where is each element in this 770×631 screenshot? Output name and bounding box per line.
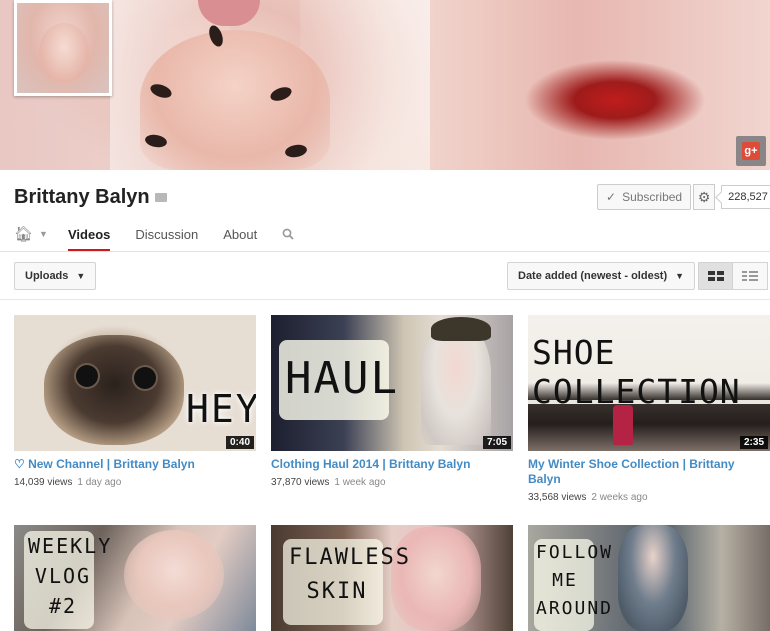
subscribe-button[interactable]: ✓ Subscribed <box>597 184 692 210</box>
google-plus-icon: g+ <box>742 142 760 160</box>
chevron-down-icon: ▼ <box>39 229 48 239</box>
channel-banner: g+ <box>0 0 770 170</box>
gear-icon: ⚙ <box>697 188 711 205</box>
tabs-divider <box>0 251 770 252</box>
video-thumbnail[interactable]: FOLLOW ME AROUND <box>528 525 770 631</box>
uploads-dropdown[interactable]: Uploads ▼ <box>14 262 97 290</box>
google-plus-link[interactable]: g+ <box>736 136 766 166</box>
thumbnail-text: SHOE COLLECTION <box>532 333 741 411</box>
sort-dropdown[interactable]: Date added (newest - oldest) ▼ <box>507 262 696 290</box>
sort-label: Date added (newest - oldest) <box>518 270 668 282</box>
video-title[interactable]: Clothing Haul 2014 | Brittany Balyn <box>271 457 513 472</box>
channel-name: Brittany Balyn <box>14 186 150 208</box>
thumbnail-text: HEY! <box>186 387 256 431</box>
check-icon: ✓ <box>606 190 617 204</box>
search-icon <box>282 228 294 240</box>
video-meta: 33,568 views 2 weeks ago <box>528 492 770 503</box>
video-thumbnail[interactable]: FLAWLESS SKIN <box>271 525 513 631</box>
channel-avatar[interactable] <box>14 0 112 96</box>
thumbnail-text: WEEKLY VLOG #2 <box>28 534 113 618</box>
video-card: SHOE COLLECTION 2:35 My Winter Shoe Coll… <box>528 315 770 503</box>
grid-view-icon <box>707 271 724 281</box>
video-card: FOLLOW ME AROUND <box>528 525 770 631</box>
video-title[interactable]: ♡ New Channel | Brittany Balyn <box>14 457 256 472</box>
video-duration: 7:05 <box>482 436 511 449</box>
video-card: HEY! 0:40 ♡ New Channel | Brittany Balyn… <box>14 315 256 488</box>
video-thumbnail[interactable]: HEY! 0:40 <box>14 315 256 451</box>
list-view-icon <box>742 271 758 281</box>
chevron-down-icon: ▼ <box>76 271 86 281</box>
view-toggle <box>698 262 768 290</box>
grid-view-button[interactable] <box>698 262 733 290</box>
verified-icon <box>154 193 167 203</box>
tab-home[interactable]: 🏠︎ ▼ <box>14 222 48 243</box>
video-duration: 0:40 <box>225 436 254 449</box>
home-icon: 🏠︎ <box>14 226 34 243</box>
thumbnail-text: FOLLOW ME AROUND <box>536 542 614 619</box>
video-card: HAUL 7:05 Clothing Haul 2014 | Brittany … <box>271 315 513 488</box>
channel-search-button[interactable] <box>282 222 294 243</box>
tab-videos[interactable]: Videos <box>67 222 111 252</box>
channel-page: g+ Brittany Balyn ✓ Subscribed ⚙ 228,527… <box>0 0 770 631</box>
chevron-down-icon: ▼ <box>675 271 685 281</box>
video-card: WEEKLY VLOG #2 <box>14 525 256 631</box>
toolbar-divider <box>0 299 770 300</box>
video-meta: 37,870 views 1 week ago <box>271 477 513 488</box>
video-meta: 14,039 views 1 day ago <box>14 477 256 488</box>
tab-discussion[interactable]: Discussion <box>135 222 198 252</box>
subscription-settings-button[interactable]: ⚙ <box>693 184 716 210</box>
view-count: 14,039 views <box>14 477 73 488</box>
video-thumbnail[interactable]: WEEKLY VLOG #2 <box>14 525 256 631</box>
uploads-label: Uploads <box>25 270 69 282</box>
video-card: FLAWLESS SKIN <box>271 525 513 631</box>
channel-title[interactable]: Brittany Balyn <box>14 186 167 209</box>
video-thumbnail[interactable]: HAUL 7:05 <box>271 315 513 451</box>
subscribe-group: ✓ Subscribed ⚙ 228,527 <box>597 184 770 210</box>
upload-age: 2 weeks ago <box>591 492 648 503</box>
view-count: 37,870 views <box>271 477 330 488</box>
thumbnail-text: FLAWLESS SKIN <box>289 545 411 604</box>
subscribe-label: Subscribed <box>622 190 683 204</box>
video-title[interactable]: My Winter Shoe Collection | Brittany Bal… <box>528 457 770 487</box>
thumbnail-text: HAUL <box>285 353 399 404</box>
upload-age: 1 day ago <box>77 477 122 488</box>
view-count: 33,568 views <box>528 492 587 503</box>
upload-age: 1 week ago <box>334 477 386 488</box>
list-view-button[interactable] <box>733 262 768 290</box>
subscriber-count: 228,527 <box>721 185 770 209</box>
channel-tabs: 🏠︎ ▼ Videos Discussion About <box>14 222 294 252</box>
video-duration: 2:35 <box>739 436 768 449</box>
tab-about[interactable]: About <box>223 222 257 252</box>
video-thumbnail[interactable]: SHOE COLLECTION 2:35 <box>528 315 770 451</box>
